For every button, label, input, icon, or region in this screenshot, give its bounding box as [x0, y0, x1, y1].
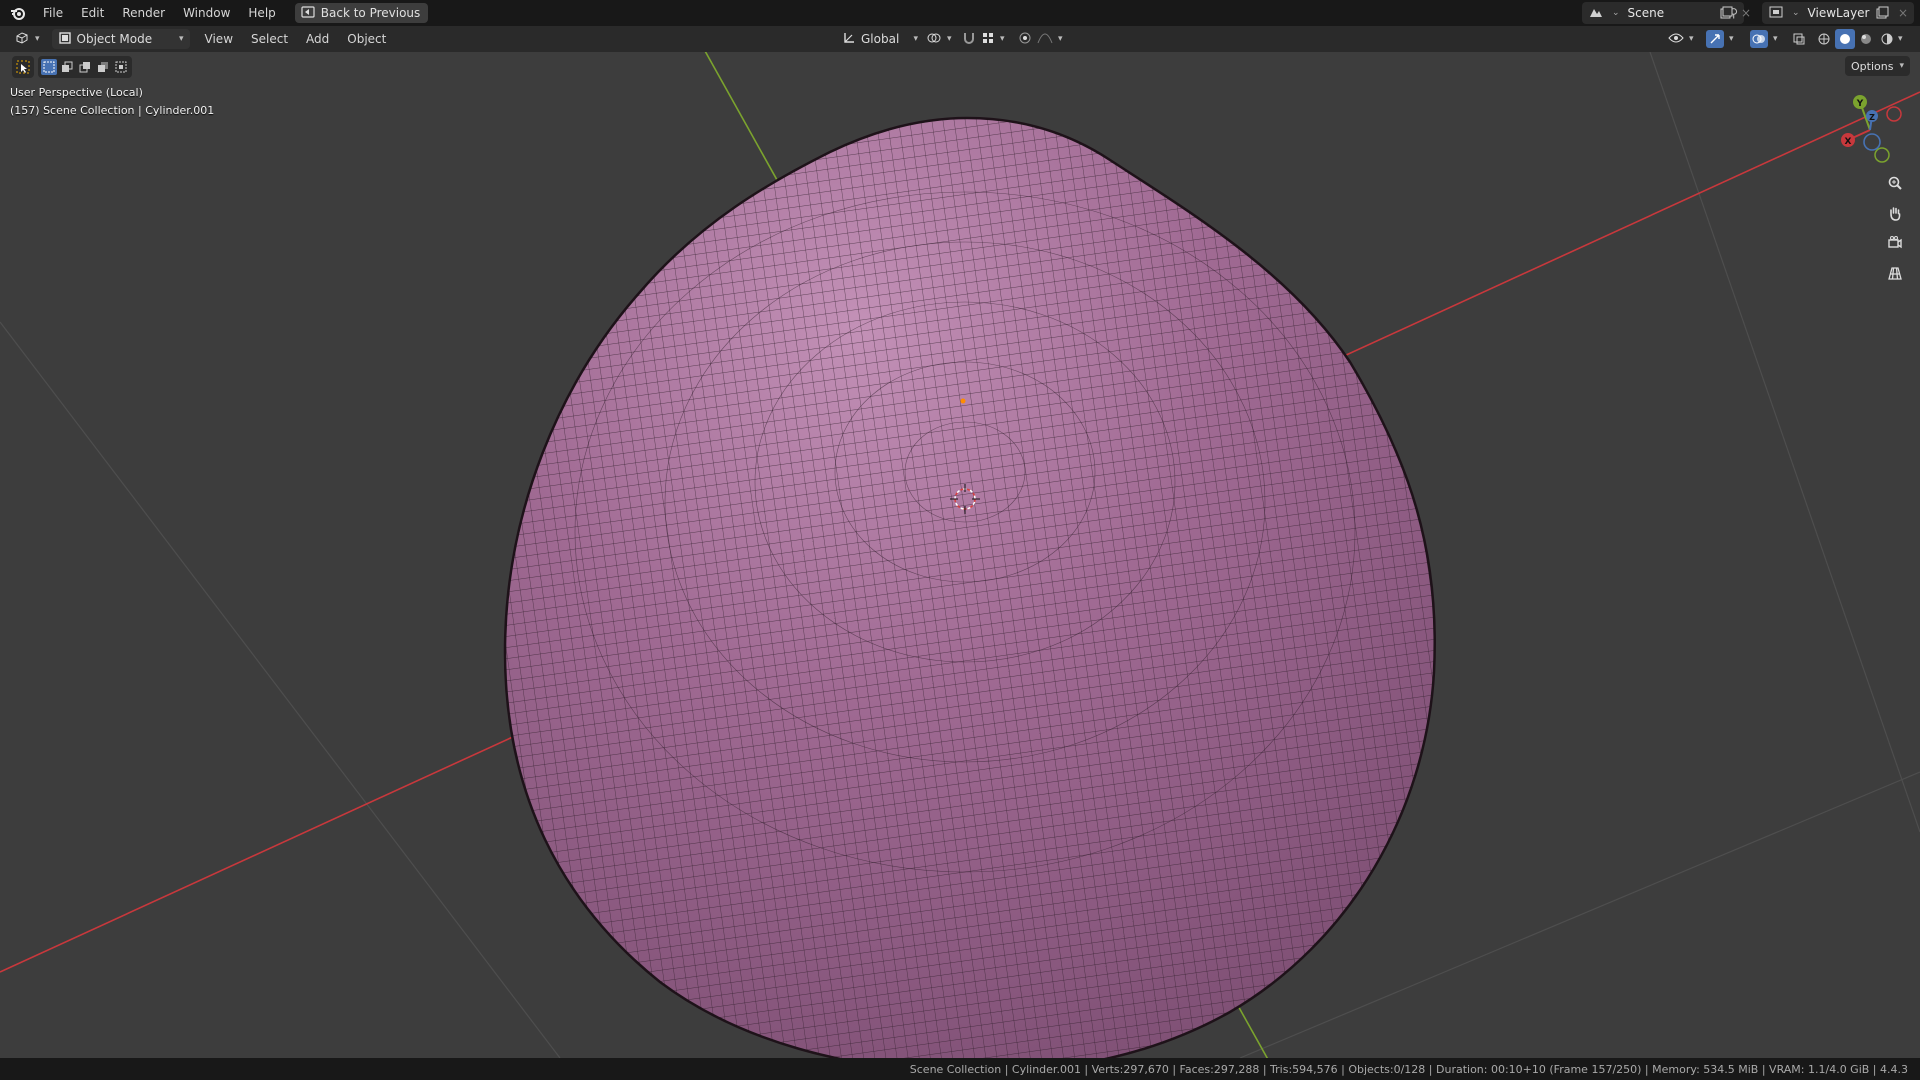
- chevron-down-icon: ▾: [1689, 34, 1694, 44]
- pivot-point-button[interactable]: ▾: [920, 29, 958, 49]
- back-button-label: Back to Previous: [320, 6, 421, 20]
- select-extend-icon[interactable]: [59, 59, 75, 75]
- falloff-curve-icon: [1037, 31, 1053, 48]
- view-perspective-label: User Perspective (Local): [10, 86, 143, 99]
- chevron-down-icon: ▾: [1058, 34, 1063, 44]
- solid-shading-icon[interactable]: [1835, 29, 1855, 49]
- mesh-object[interactable]: [480, 92, 1460, 1058]
- gizmo-y-label: Y: [1856, 99, 1864, 109]
- tool-row: [12, 56, 132, 78]
- grid-ortho-icon[interactable]: [1882, 260, 1908, 286]
- status-bar: Scene Collection | Cylinder.001 | Verts:…: [0, 1058, 1920, 1080]
- chevron-down-icon: ▾: [179, 34, 184, 44]
- chevron-down-icon: ▾: [1729, 34, 1734, 44]
- menu-select[interactable]: Select: [242, 32, 297, 46]
- rendered-shading-icon[interactable]: [1877, 29, 1897, 49]
- select-box-tool-icon[interactable]: [12, 56, 34, 78]
- chevron-down-icon: ⌄: [1792, 8, 1800, 18]
- scene-icon: [1588, 5, 1604, 22]
- visibility-selector[interactable]: ▾: [1662, 29, 1700, 49]
- menu-window[interactable]: Window: [174, 2, 239, 24]
- chevron-down-icon: ⌄: [1612, 8, 1620, 18]
- pivot-icon: [926, 31, 942, 48]
- chevron-down-icon: ▾: [1773, 34, 1778, 44]
- mode-label: Object Mode: [76, 32, 153, 46]
- options-label: Options: [1851, 59, 1894, 73]
- back-screen-icon: [301, 5, 315, 21]
- magnet-icon: [962, 31, 976, 48]
- chevron-down-icon: ▾: [1000, 34, 1005, 44]
- scene-statistics: Scene Collection | Cylinder.001 | Verts:…: [909, 1062, 1908, 1076]
- camera-view-icon[interactable]: [1882, 230, 1908, 256]
- new-scene-icon[interactable]: [1716, 3, 1736, 23]
- menu-help[interactable]: Help: [239, 2, 284, 24]
- shading-mode-group: ▾: [1814, 29, 1903, 49]
- blender-logo-icon[interactable]: [8, 3, 28, 23]
- menu-object[interactable]: Object: [338, 32, 395, 46]
- viewlayer-name: ViewLayer: [1807, 6, 1870, 20]
- chevron-down-icon: ▾: [947, 34, 952, 44]
- overlay-toggle[interactable]: ▾: [1744, 29, 1784, 49]
- options-dropdown[interactable]: Options ▾: [1845, 56, 1910, 76]
- select-difference-icon[interactable]: [95, 59, 111, 75]
- mode-selector[interactable]: Object Mode ▾: [51, 29, 190, 49]
- gizmo-z-label: Z: [1869, 113, 1875, 122]
- zoom-icon[interactable]: [1882, 170, 1908, 196]
- floor-grid-line: [0, 321, 561, 1058]
- overlay-icon: [1750, 30, 1768, 48]
- scene-name: Scene: [1627, 6, 1665, 20]
- new-viewlayer-icon[interactable]: [1872, 3, 1892, 23]
- hand-pan-icon[interactable]: [1882, 200, 1908, 226]
- chevron-down-icon[interactable]: ▾: [1898, 34, 1903, 44]
- remove-viewlayer-icon[interactable]: ×: [1893, 3, 1913, 23]
- menu-file[interactable]: File: [34, 2, 72, 24]
- menu-add[interactable]: Add: [297, 32, 338, 46]
- active-collection-label: (157) Scene Collection | Cylinder.001: [10, 104, 215, 117]
- gizmo-icon: [1706, 30, 1724, 48]
- orientation-label: Global: [861, 32, 900, 46]
- proportional-editing-icon: [1018, 31, 1032, 48]
- 3d-viewport[interactable]: User Perspective (Local) (157) Scene Col…: [0, 52, 1920, 1058]
- remove-scene-icon[interactable]: ×: [1736, 3, 1756, 23]
- navigation-gizmo[interactable]: Y Z X: [1830, 90, 1910, 170]
- selection-mode-group: [38, 56, 132, 78]
- select-intersect-icon[interactable]: [113, 59, 129, 75]
- 3d-viewport-editor-icon: [14, 31, 30, 48]
- back-to-previous-button[interactable]: Back to Previous: [294, 3, 429, 23]
- snap-grid-icon: [981, 31, 995, 48]
- select-new-icon[interactable]: [41, 59, 57, 75]
- chevron-down-icon: ▾: [1899, 61, 1904, 71]
- wireframe-shading-icon[interactable]: [1814, 29, 1834, 49]
- select-subtract-icon[interactable]: [77, 59, 93, 75]
- chevron-down-icon: ▾: [913, 34, 918, 44]
- proportional-editing-button[interactable]: ▾: [1012, 29, 1069, 49]
- menu-view[interactable]: View: [196, 32, 242, 46]
- snapping-button[interactable]: ▾: [956, 29, 1011, 49]
- object-origin-dot: [960, 398, 966, 404]
- viewlayer-icon: [1768, 5, 1784, 22]
- gizmo-toggle[interactable]: ▾: [1700, 29, 1740, 49]
- orientation-axes-icon: [842, 31, 856, 48]
- viewport-header: ▾ Object Mode ▾ View Select Add Object G…: [0, 26, 1920, 52]
- material-shading-icon[interactable]: [1856, 29, 1876, 49]
- menu-render[interactable]: Render: [113, 2, 174, 24]
- top-menubar: File Edit Render Window Help Back to Pre…: [0, 0, 1920, 26]
- editor-type-button[interactable]: ▾: [8, 29, 46, 49]
- eye-icon: [1668, 32, 1684, 47]
- gizmo-x-label: X: [1845, 137, 1852, 147]
- xray-toggle-icon[interactable]: [1789, 29, 1809, 49]
- object-mode-icon: [58, 31, 72, 48]
- transform-orientation-selector[interactable]: Global ▾: [836, 29, 924, 49]
- menu-edit[interactable]: Edit: [72, 2, 113, 24]
- viewport-scene: [0, 52, 1920, 1058]
- chevron-down-icon: ▾: [35, 34, 40, 44]
